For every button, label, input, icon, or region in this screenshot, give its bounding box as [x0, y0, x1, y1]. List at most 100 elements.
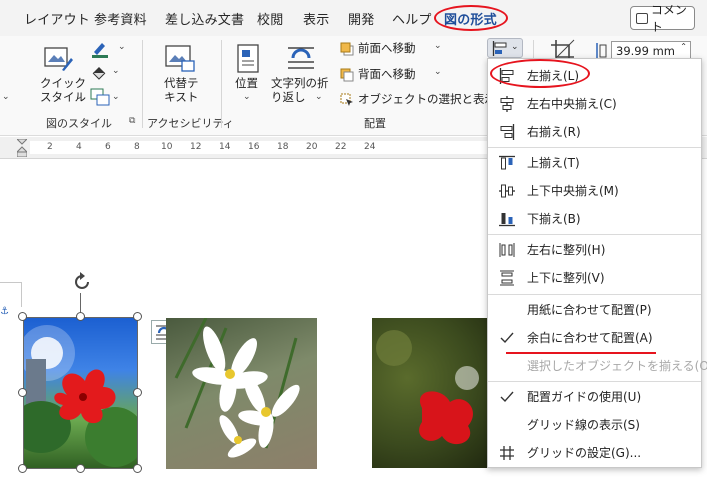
bring-forward-icon[interactable]	[340, 41, 354, 60]
align-middle-icon	[499, 184, 515, 198]
spin-up-icon[interactable]: ⌃	[680, 42, 687, 51]
align-center-icon	[500, 96, 514, 112]
ruler-number: 22	[335, 142, 347, 152]
menu-item-label: グリッド線の表示(S)	[527, 418, 640, 432]
chevron-down-icon: ⌄	[75, 92, 83, 102]
ruler-number: 2	[47, 142, 53, 152]
bring-forward-button[interactable]: 前面へ移動	[358, 41, 416, 55]
wrap-text-icon[interactable]	[286, 44, 316, 76]
tab-layout[interactable]: レイアウト	[24, 9, 90, 28]
annotation-circle-align-left	[490, 59, 590, 88]
tab-help[interactable]: ヘルプ	[392, 9, 432, 28]
menu-separator	[488, 234, 701, 235]
menu-item-align-top[interactable]: 上揃え(T)	[488, 149, 701, 176]
picture-layout-icon[interactable]	[90, 88, 110, 110]
menu-item-distribute-vertical[interactable]: 上下に整列(V)	[488, 264, 701, 291]
menu-separator	[488, 381, 701, 382]
menu-item-label: 右揃え(R)	[527, 125, 581, 139]
ruler-number: 6	[105, 142, 111, 152]
group-label-arrange: 配置	[364, 117, 386, 130]
resize-handle[interactable]	[18, 388, 27, 397]
quick-style-icon[interactable]	[44, 44, 74, 76]
tab-view[interactable]: 表示	[303, 9, 329, 28]
ruler-text-area	[30, 141, 490, 154]
resize-handle[interactable]	[76, 312, 85, 321]
comment-button[interactable]: コメント	[630, 3, 695, 34]
picture-border-icon[interactable]	[90, 40, 110, 62]
menu-item-label: 左右に整列(H)	[527, 243, 606, 257]
menu-item-label: 上下中央揃え(M)	[527, 184, 619, 198]
chevron-down-icon: ⌄	[112, 66, 120, 76]
menu-item-label: グリッドの設定(G)...	[527, 446, 642, 460]
ruler-number: 24	[364, 142, 376, 152]
check-icon	[500, 332, 514, 344]
menu-item-label: 上下に整列(V)	[527, 271, 605, 285]
resize-handle[interactable]	[133, 388, 142, 397]
menu-item-align-center[interactable]: 左右中央揃え(C)	[488, 90, 701, 117]
chevron-down-icon: ⌄	[112, 92, 120, 102]
chevron-down-icon: ⌄	[434, 41, 442, 51]
menu-item-align-right[interactable]: 右揃え(R)	[488, 118, 701, 145]
tab-developer[interactable]: 開発	[348, 9, 374, 28]
resize-handle[interactable]	[133, 312, 142, 321]
indent-marker-icon[interactable]	[15, 138, 29, 158]
resize-handle[interactable]	[18, 312, 27, 321]
chevron-down-icon: ⌄	[2, 92, 10, 102]
chevron-down-icon: ⌄	[511, 42, 519, 52]
menu-item-label: 左右中央揃え(C)	[527, 97, 617, 111]
menu-item-align-to-margin[interactable]: 余白に合わせて配置(A)	[488, 324, 701, 351]
menu-item-distribute-horizontal[interactable]: 左右に整列(H)	[488, 236, 701, 263]
tab-mailings[interactable]: 差し込み文書	[165, 9, 244, 28]
menu-item-label: 下揃え(B)	[527, 212, 581, 226]
position-icon[interactable]	[236, 44, 260, 78]
check-icon	[500, 391, 514, 403]
menu-item-grid-settings[interactable]: グリッドの設定(G)...	[488, 439, 701, 466]
photo-white-flowers	[166, 318, 317, 469]
annotation-circle-tab	[434, 5, 508, 31]
alt-text-icon[interactable]	[165, 44, 195, 76]
tab-references[interactable]: 参考資料	[94, 9, 147, 28]
resize-handle[interactable]	[133, 464, 142, 473]
comment-button-label: コメント	[650, 3, 687, 34]
grid-icon	[500, 446, 514, 460]
align-dropdown-menu: 左揃え(L) 左右中央揃え(C) 右揃え(R) 上揃え(T) 上下中央揃え(M)…	[487, 58, 707, 468]
picture-effects-icon[interactable]	[90, 64, 110, 84]
menu-separator	[488, 147, 701, 148]
tab-review[interactable]: 校閲	[257, 9, 283, 28]
menu-item-align-to-page[interactable]: 用紙に合わせて配置(P)	[488, 296, 701, 323]
chevron-down-icon: ⌄	[243, 92, 251, 102]
menu-item-label: 余白に合わせて配置(A)	[527, 331, 653, 345]
position-button[interactable]: 位置	[235, 76, 258, 90]
selection-pane-icon[interactable]	[340, 92, 354, 111]
rotate-handle-icon[interactable]	[71, 271, 93, 293]
menu-item-use-alignment-guides[interactable]: 配置ガイドの使用(U)	[488, 383, 701, 410]
align-button[interactable]: ⌄	[487, 38, 523, 58]
chevron-down-icon: ⌄	[118, 42, 126, 52]
annotation-underline-align-to-margin	[506, 352, 656, 354]
distribute-vertical-icon	[500, 270, 514, 286]
alt-text-button[interactable]: 代替テ キスト	[164, 76, 199, 104]
dialog-launcher-icon[interactable]: ⧉	[129, 116, 135, 126]
menu-item-align-bottom[interactable]: 下揃え(B)	[488, 205, 701, 232]
ruler-number: 12	[190, 142, 202, 152]
chevron-down-icon: ⌄	[315, 92, 323, 102]
send-backward-icon[interactable]	[340, 67, 354, 86]
send-backward-button[interactable]: 背面へ移動	[358, 67, 416, 81]
ruler-number: 18	[277, 142, 289, 152]
ribbon-separator	[221, 40, 222, 128]
ruler-number: 16	[248, 142, 260, 152]
resize-handle[interactable]	[18, 464, 27, 473]
align-right-icon	[500, 124, 515, 140]
ruler-number: 8	[134, 142, 140, 152]
menu-item-align-selected: 選択したオブジェクトを揃える(O)	[488, 352, 707, 379]
distribute-horizontal-icon	[499, 243, 515, 257]
selection-pane-button[interactable]: オブジェクトの選択と表示	[358, 92, 496, 106]
width-input-value: 39.99 mm	[616, 44, 675, 58]
menu-item-view-gridlines[interactable]: グリッド線の表示(S)	[488, 411, 701, 438]
menu-item-align-middle[interactable]: 上下中央揃え(M)	[488, 177, 701, 204]
ruler-number: 10	[161, 142, 173, 152]
resize-handle[interactable]	[76, 464, 85, 473]
anchor-icon: ⚓	[0, 306, 9, 317]
menu-item-label: 用紙に合わせて配置(P)	[527, 303, 652, 317]
ribbon-separator	[142, 40, 143, 128]
